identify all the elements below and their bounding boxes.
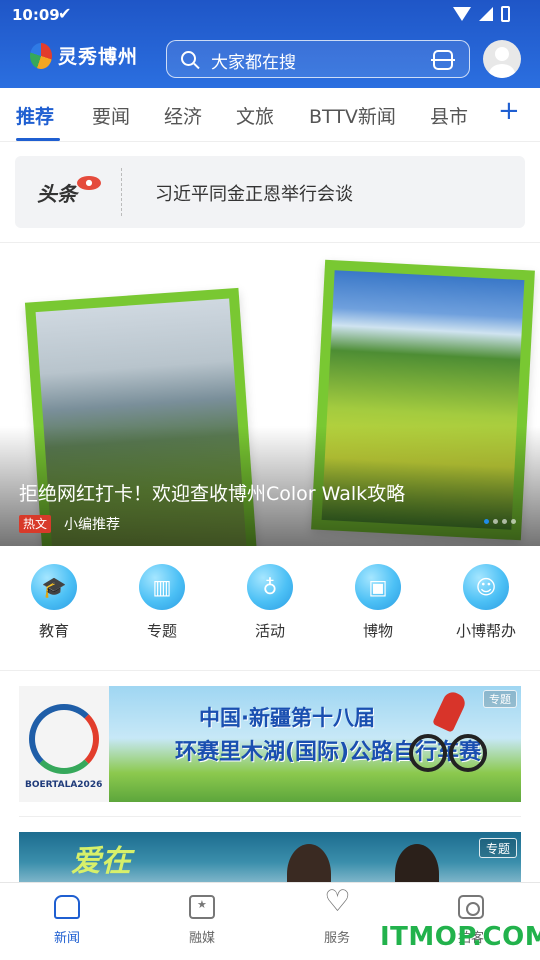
promo-logo-panel: BOERTALA2026 xyxy=(19,686,109,802)
shortcut-helper[interactable]: ☺ 小博帮办 xyxy=(446,564,526,641)
status-bar: 10:09 ✔ xyxy=(0,0,540,32)
carousel-indicator xyxy=(484,519,516,524)
scan-icon[interactable] xyxy=(431,50,455,70)
shortcut-grid: 🎓 教育 ▥ 专题 ♁ 活动 ▣ 博物 ☺ 小博帮办 xyxy=(0,556,540,666)
carousel-source: 小编推荐 xyxy=(64,517,120,533)
carousel-dot[interactable] xyxy=(493,519,498,524)
status-icons xyxy=(453,6,510,22)
search-placeholder: 大家都在搜 xyxy=(211,53,296,73)
download-check-icon: ✔ xyxy=(58,4,72,23)
helper-icon: ☺ xyxy=(463,564,509,610)
shortcut-label: 教育 xyxy=(38,622,69,640)
nav-media[interactable]: 融媒 xyxy=(162,895,242,946)
wifi-icon xyxy=(453,7,471,21)
carousel-dot[interactable] xyxy=(502,519,507,524)
nav-label: 融媒 xyxy=(188,931,215,946)
shortcut-activities[interactable]: ♁ 活动 xyxy=(230,564,310,641)
tab-economy[interactable]: 经济 xyxy=(164,102,202,129)
status-time: 10:09 xyxy=(12,6,60,24)
tab-counties[interactable]: 县市 xyxy=(430,102,468,129)
avatar[interactable] xyxy=(483,40,521,78)
active-tab-indicator xyxy=(16,138,60,141)
tab-bttv[interactable]: BTTV新闻 xyxy=(309,102,396,129)
race-logo-text: BOERTALA2026 xyxy=(25,780,103,790)
carousel-title[interactable]: 拒绝网红打卡！欢迎查收博州Color Walk攻略 xyxy=(19,479,405,506)
divider xyxy=(0,670,540,671)
topic-tag: 专题 xyxy=(483,690,517,708)
app-name: 灵秀博州 xyxy=(58,46,139,68)
category-tabs: 推荐 要闻 经济 文旅 BTTV新闻 县市 + xyxy=(0,88,540,142)
shortcut-label: 活动 xyxy=(254,622,285,640)
headline-badge-icon: ● xyxy=(77,176,101,190)
promo-title-line1: 中国·新疆第十八届 xyxy=(199,706,375,730)
topic-tag: 专题 xyxy=(478,838,517,858)
watermark: ITMOP.COM xyxy=(380,922,540,952)
gift-icon: ▣ xyxy=(355,564,401,610)
heart-icon xyxy=(324,887,351,919)
education-icon: 🎓 xyxy=(31,564,77,610)
shortcut-topics[interactable]: ▥ 专题 xyxy=(122,564,202,641)
cyclist-icon xyxy=(409,688,487,778)
balloon-icon: ♁ xyxy=(247,564,293,610)
add-tab-icon[interactable]: + xyxy=(498,96,520,126)
headline-divider xyxy=(121,168,122,216)
headline-brand: 头条 xyxy=(37,182,77,206)
nav-label: 服务 xyxy=(323,931,350,946)
home-icon xyxy=(54,895,80,919)
book-icon: ▥ xyxy=(139,564,185,610)
shortcut-education[interactable]: 🎓 教育 xyxy=(14,564,94,641)
logo-mark-icon xyxy=(30,42,52,69)
promo-card-cycling[interactable]: BOERTALA2026 中国·新疆第十八届 环赛里木湖(国际)公路自行车赛 专… xyxy=(19,686,521,802)
nav-label: 新闻 xyxy=(53,931,80,946)
app-logo: 灵秀博州 xyxy=(30,42,138,69)
app-header: 10:09 ✔ 灵秀博州 大家都在搜 xyxy=(0,0,540,88)
nav-services[interactable]: 服务 xyxy=(297,887,377,946)
search-bar[interactable]: 大家都在搜 xyxy=(166,40,470,78)
tab-news[interactable]: 要闻 xyxy=(92,102,130,129)
headline-text[interactable]: 习近平同金正恩举行会谈 xyxy=(155,180,353,206)
shortcut-label: 专题 xyxy=(146,622,177,640)
tab-culture-tourism[interactable]: 文旅 xyxy=(236,102,274,129)
tab-recommend[interactable]: 推荐 xyxy=(16,102,54,129)
promo-banner-image: 中国·新疆第十八届 环赛里木湖(国际)公路自行车赛 专题 xyxy=(109,686,521,802)
signal-icon xyxy=(479,7,493,21)
divider xyxy=(19,816,521,817)
carousel-dot[interactable] xyxy=(484,519,489,524)
nav-news[interactable]: 新闻 xyxy=(27,895,107,946)
shortcut-label: 博物 xyxy=(362,622,393,640)
shortcut-museum[interactable]: ▣ 博物 xyxy=(338,564,418,641)
headline-card[interactable]: 头条 ● 习近平同金正恩举行会谈 xyxy=(15,156,525,228)
race-logo-icon xyxy=(29,704,99,774)
media-icon xyxy=(189,895,215,919)
carousel-banner[interactable]: 拒绝网红打卡！欢迎查收博州Color Walk攻略 热文 小编推荐 xyxy=(0,243,540,546)
camera-icon xyxy=(458,895,484,919)
search-icon xyxy=(181,51,196,66)
carousel-dot[interactable] xyxy=(511,519,516,524)
battery-icon xyxy=(501,6,510,22)
promo2-title: 爱在 xyxy=(71,844,131,879)
shortcut-label: 小博帮办 xyxy=(455,622,516,640)
hot-tag: 热文 xyxy=(19,515,52,533)
